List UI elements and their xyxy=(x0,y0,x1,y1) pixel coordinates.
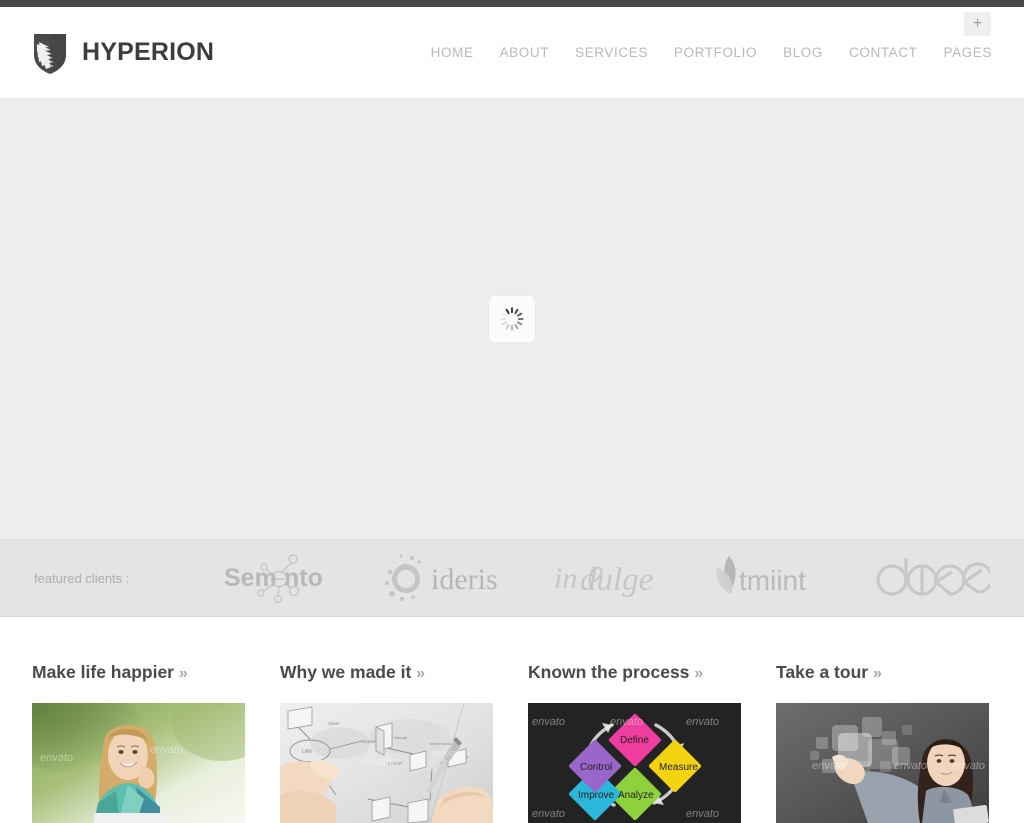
nav-item-contact[interactable]: CONTACT xyxy=(849,45,917,60)
promo-item: Known the process » Define Measure Analy… xyxy=(528,662,741,823)
promo-image-hand-drawing-network-diagram[interactable]: LAN Router office firewall Client server… xyxy=(280,703,493,823)
promo-image-girl-smiling-outdoors[interactable]: envato envato xyxy=(32,703,245,823)
watermark: envato xyxy=(432,748,465,760)
watermark: envato xyxy=(40,752,73,764)
chevron-right-icon: » xyxy=(178,665,188,682)
chevron-right-icon: » xyxy=(416,665,426,682)
promo-item: Make life happier » envato envato xyxy=(32,662,245,823)
brand-name: HYPERION xyxy=(82,38,215,66)
watermark: envato xyxy=(532,716,565,728)
watermark: envato xyxy=(894,760,927,772)
watermark: envato xyxy=(812,760,845,772)
watermark: envato xyxy=(150,744,183,756)
promo-title-known-the-process[interactable]: Known the process » xyxy=(528,662,741,683)
chevron-right-icon: » xyxy=(694,665,704,682)
watermark: envato xyxy=(686,808,719,820)
promo-item: Why we made it » LAN Router office firew… xyxy=(280,662,493,823)
client-logo-list: Sem nto ideris in dulge tmiint xyxy=(214,550,990,606)
nav-item-about[interactable]: ABOUT xyxy=(500,45,550,60)
chevron-right-icon: » xyxy=(872,665,882,682)
watermark: envato xyxy=(686,716,719,728)
nav-item-home[interactable]: HOME xyxy=(431,45,474,60)
nav-item-blog[interactable]: BLOG xyxy=(783,45,823,60)
brand-logo-link[interactable]: HYPERION xyxy=(32,31,214,75)
svg-text:LAN: LAN xyxy=(302,749,312,755)
nav-item-pages[interactable]: PAGES xyxy=(943,45,992,60)
featured-clients-label: featured clients : xyxy=(34,570,130,586)
featured-clients-strip: featured clients : Sem nto ideris in dul… xyxy=(0,539,1024,617)
sticky-note-label: Analyze xyxy=(618,790,654,801)
watermark: envato xyxy=(362,756,395,768)
watermark: envato xyxy=(532,808,565,820)
site-header: HYPERION HOME ABOUT SERVICES PORTFOLIO B… xyxy=(0,7,1024,99)
shield-feather-logo-icon xyxy=(32,31,68,75)
sticky-note-label: Improve xyxy=(578,790,615,801)
main-navigation: HOME ABOUT SERVICES PORTFOLIO BLOG CONTA… xyxy=(431,45,992,60)
promo-image-woman-touching-virtual-screen[interactable]: envato envato envato xyxy=(776,703,989,823)
client-logo-indulge[interactable]: in dulge xyxy=(554,550,660,606)
client-logo-abee[interactable] xyxy=(872,550,990,606)
promo-image-chalkboard-process-cycle[interactable]: Define Measure Analyze Improve Control e… xyxy=(528,703,741,823)
svg-text:server bank: server bank xyxy=(430,741,451,746)
nav-item-services[interactable]: SERVICES xyxy=(575,45,648,60)
svg-text:dulge: dulge xyxy=(580,562,653,598)
client-logo-ideris[interactable]: ideris xyxy=(383,550,503,606)
svg-text:in: in xyxy=(554,562,577,595)
client-logo-semonto[interactable]: Sem nto xyxy=(224,550,332,606)
client-logo-tmiint[interactable]: tmiint xyxy=(711,550,821,606)
plus-toggle-button[interactable]: + xyxy=(964,12,991,36)
watermark: envato xyxy=(610,716,643,728)
svg-text:ideris: ideris xyxy=(431,563,498,596)
promo-title-why-we-made-it[interactable]: Why we made it » xyxy=(280,662,493,683)
nav-item-portfolio[interactable]: PORTFOLIO xyxy=(674,45,757,60)
watermark: envato xyxy=(952,760,985,772)
sticky-note-label: Measure xyxy=(659,762,698,773)
sticky-note-label: Control xyxy=(580,762,612,773)
top-accent-bar xyxy=(0,0,1024,7)
promo-title-text: Known the process xyxy=(528,662,690,682)
loader-container xyxy=(489,296,535,342)
plus-icon: + xyxy=(972,15,983,32)
promo-title-make-life-happier[interactable]: Make life happier » xyxy=(32,662,245,683)
svg-text:Client: Client xyxy=(328,721,340,726)
promo-columns: Make life happier » envato envato Why we… xyxy=(0,617,1024,823)
promo-title-text: Make life happier xyxy=(32,662,174,682)
hero-slider-loading xyxy=(0,99,1024,539)
promo-title-take-a-tour[interactable]: Take a tour » xyxy=(776,662,989,683)
promo-item: Take a tour » envato envato envato xyxy=(776,662,989,823)
promo-title-text: Take a tour xyxy=(776,662,869,682)
spinner-icon xyxy=(499,306,525,332)
svg-text:Router: Router xyxy=(362,739,376,744)
sticky-note-label: Define xyxy=(620,735,649,746)
svg-text:tmiint: tmiint xyxy=(739,565,806,596)
promo-title-text: Why we made it xyxy=(280,662,412,682)
